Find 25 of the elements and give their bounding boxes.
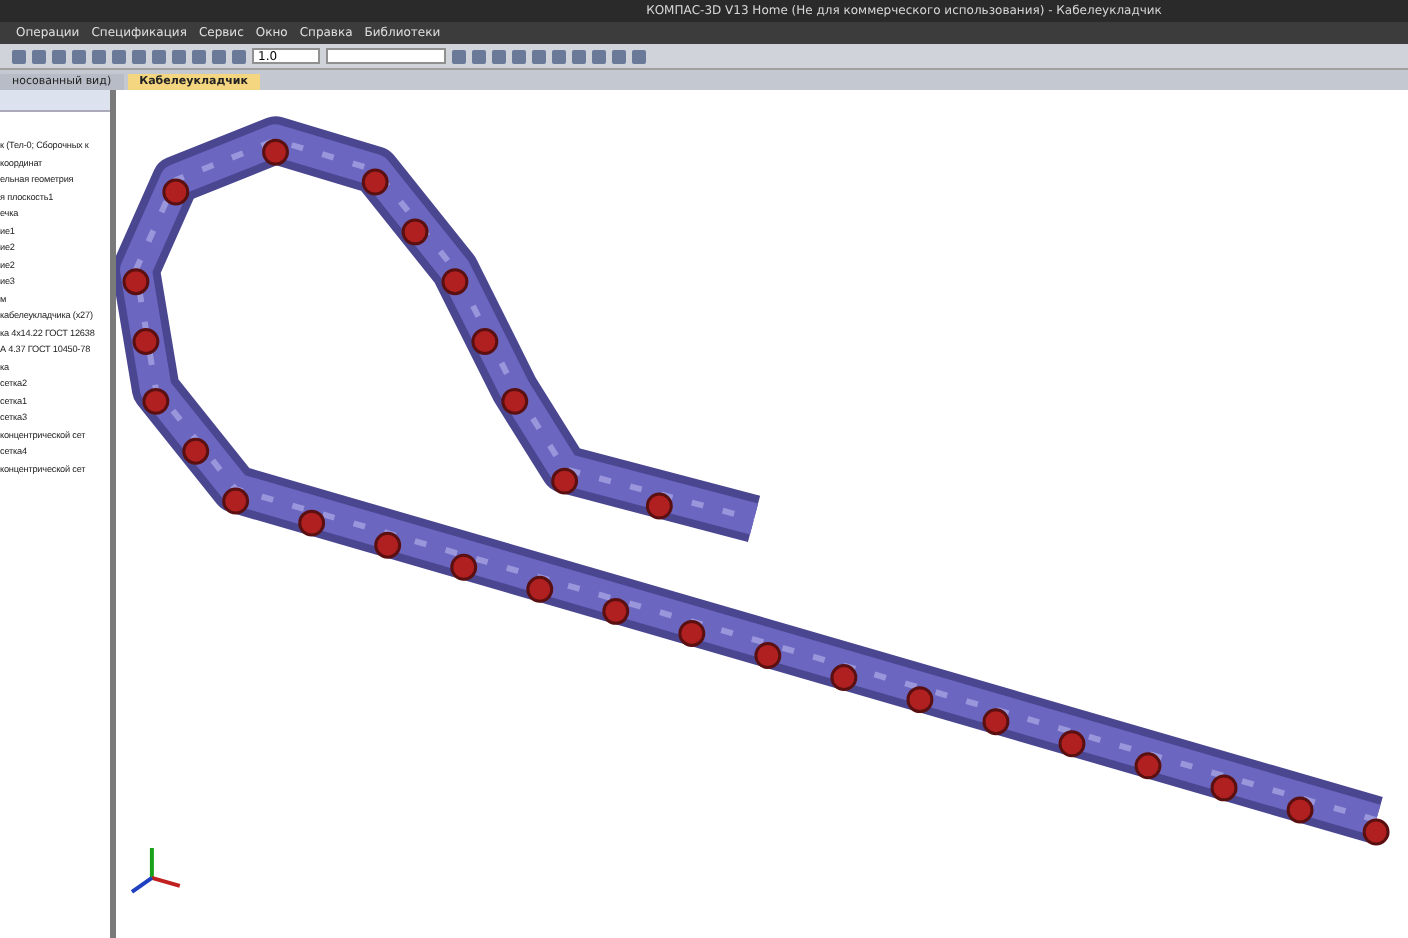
square-icon[interactable] (112, 49, 126, 63)
square-icon[interactable] (512, 49, 526, 63)
axis-triad-icon (130, 847, 181, 894)
square-icon[interactable] (592, 49, 606, 63)
square-icon[interactable] (492, 49, 506, 63)
square-icon[interactable] (132, 49, 146, 63)
square-icon[interactable] (472, 49, 486, 63)
dropdown-field[interactable] (326, 48, 446, 64)
panel-header (0, 90, 110, 112)
square-icon[interactable] (552, 49, 566, 63)
square-icon[interactable] (452, 49, 466, 63)
square-icon[interactable] (12, 49, 26, 63)
square-icon[interactable] (632, 49, 646, 63)
square-icon[interactable] (52, 49, 66, 63)
square-icon[interactable] (532, 49, 546, 63)
square-icon[interactable] (572, 49, 586, 63)
square-icon[interactable] (72, 49, 86, 63)
square-icon[interactable] (612, 49, 626, 63)
square-icon[interactable] (172, 49, 186, 63)
square-icon[interactable] (32, 49, 46, 63)
square-icon[interactable] (192, 49, 206, 63)
square-icon[interactable] (152, 49, 166, 63)
square-icon[interactable] (232, 49, 246, 63)
square-icon[interactable] (212, 49, 226, 63)
square-icon[interactable] (92, 49, 106, 63)
